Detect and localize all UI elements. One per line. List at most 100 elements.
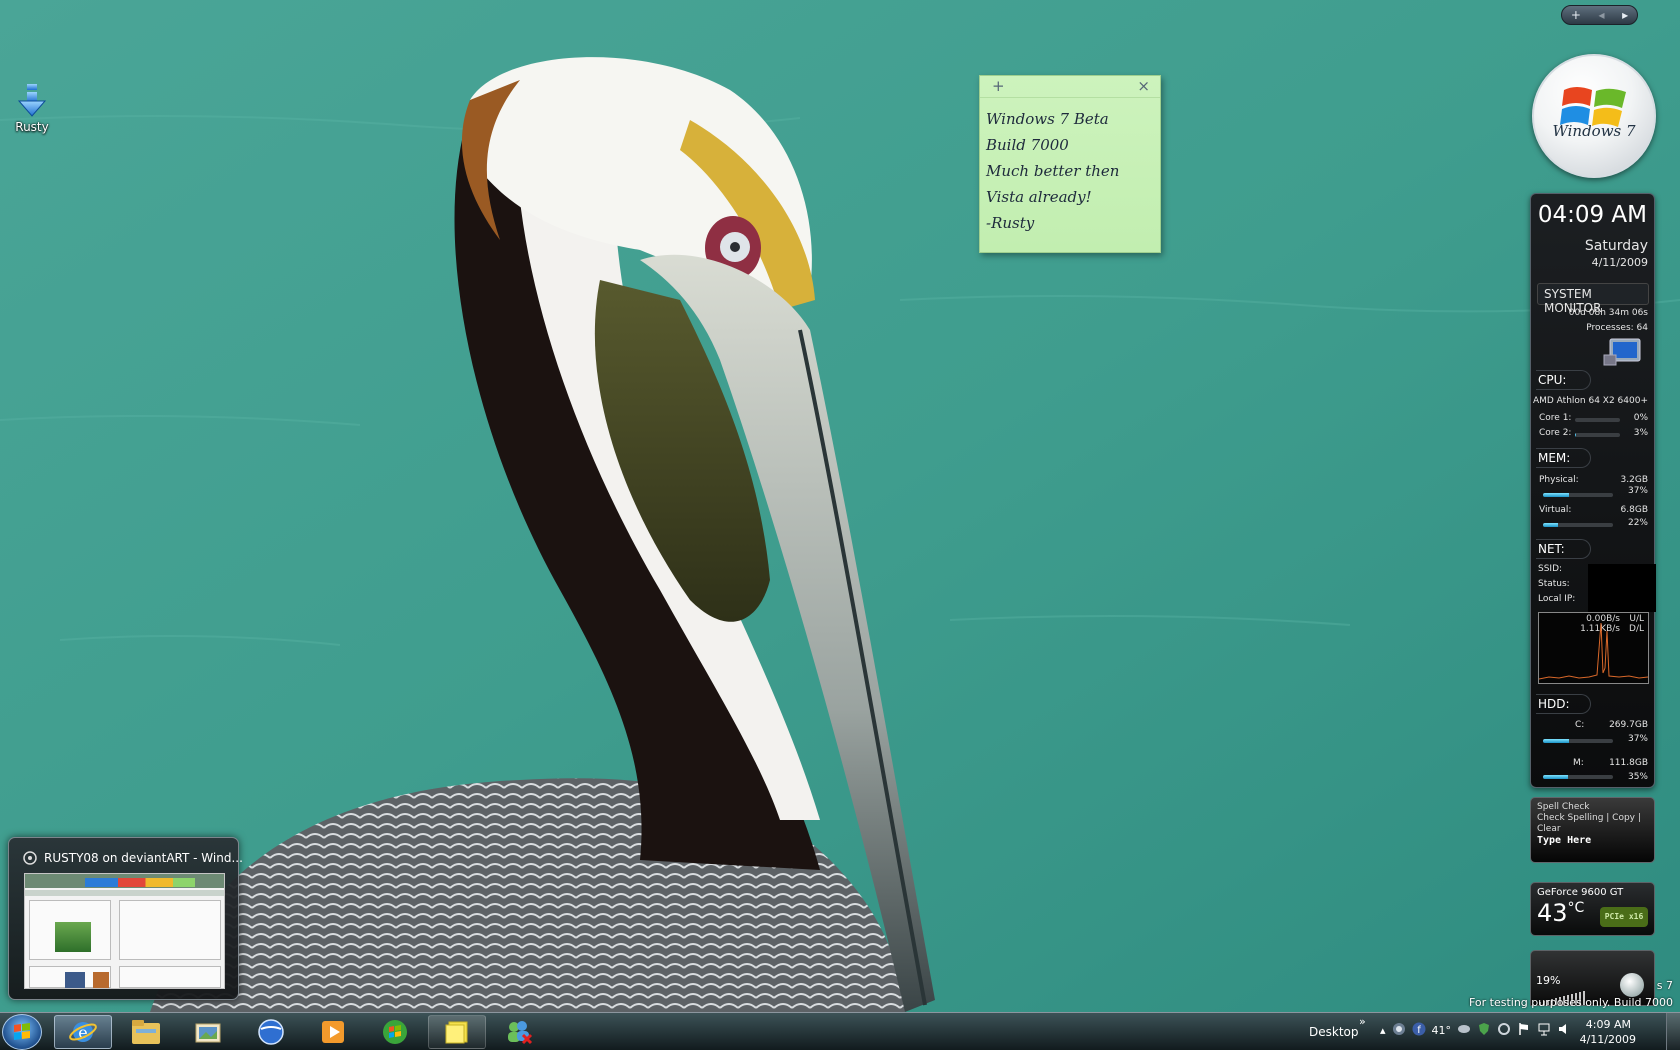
computer-monitor-icon (1603, 338, 1641, 366)
action-center-tray-icon[interactable] (1517, 1022, 1531, 1039)
notification-area: ▴ f 41° (1380, 1022, 1571, 1039)
volume-tray-icon[interactable] (1557, 1022, 1571, 1039)
volume-knob[interactable] (1620, 973, 1644, 997)
spell-check-input[interactable]: Type Here (1537, 835, 1648, 846)
gpu-temperature-gadget[interactable]: GeForce 9600 GT 43°C PCIe x16 (1530, 882, 1655, 936)
drive-c-bar-fill (1543, 739, 1569, 743)
media-player-icon (322, 1021, 344, 1043)
taskbar-clock-date[interactable]: 4/11/2009 (1580, 1033, 1636, 1046)
clock-day: Saturday (1584, 238, 1648, 254)
deviantart-icon (23, 851, 37, 865)
facebook-icon: f (1412, 1022, 1426, 1036)
show-desktop-button[interactable] (1666, 1013, 1680, 1050)
taskbar: e Desktop » ▴ f 41° 4:09 AM 4/11/2009 (0, 1012, 1680, 1050)
taskbar-thumbnail-preview[interactable]: RUSTY08 on deviantART - Wind... (8, 837, 243, 1000)
mem-label: MEM: (1538, 451, 1571, 465)
sticky-note-line: Build 7000 (986, 136, 1069, 154)
globe-icon (258, 1019, 284, 1045)
taskbar-google-earth[interactable] (242, 1015, 300, 1049)
taskbar-windows-media-center[interactable] (366, 1015, 424, 1049)
windows-logo-icon (14, 1023, 30, 1040)
system-monitor-title: SYSTEM MONITOR (1537, 283, 1649, 315)
taskbar-network-app[interactable] (490, 1015, 548, 1049)
volume-percent: 19% (1536, 974, 1561, 987)
core2-bar (1575, 433, 1620, 437)
virtual-mem-label: Virtual: (1539, 505, 1572, 515)
core1-label: Core 1: (1539, 413, 1572, 423)
show-hidden-icons-button[interactable]: ▴ (1380, 1024, 1386, 1037)
drive-c-bar (1543, 739, 1613, 743)
taskbar-internet-explorer[interactable]: e (54, 1015, 112, 1049)
desktop-toolbar-label[interactable]: Desktop (1309, 1025, 1359, 1039)
previous-gadget-page-button[interactable]: ◂ (1599, 8, 1605, 22)
network-tray-icon[interactable] (1537, 1022, 1551, 1039)
messenger-icon (508, 1021, 533, 1045)
drive-m-size: 111.8GB (1609, 758, 1648, 768)
thumbnail-title-text: RUSTY08 on deviantART - Wind... (44, 851, 243, 865)
refresh-icon (1498, 1023, 1511, 1035)
spell-check-gadget[interactable]: Spell Check Check Spelling | Copy | Clea… (1530, 797, 1655, 863)
next-gadget-page-button[interactable]: ▸ (1622, 8, 1628, 22)
sticky-note-line: Much better then (986, 162, 1120, 180)
taskbar-media-player[interactable] (304, 1015, 362, 1049)
sticky-note-line: -Rusty (986, 214, 1035, 232)
drive-m-bar-fill (1543, 775, 1568, 779)
desktop-icon-rusty[interactable]: Rusty (8, 82, 56, 134)
virtual-mem-bar-fill (1543, 523, 1559, 527)
gpu-temp-unit: °C (1567, 900, 1585, 916)
weather-temperature[interactable]: 41° (1432, 1024, 1452, 1037)
physical-mem-bar (1543, 493, 1613, 497)
sticky-note[interactable]: + × Windows 7 Beta Build 7000 Much bette… (979, 75, 1161, 253)
svg-text:f: f (1417, 1025, 1421, 1036)
clock-time: 04:09 AM (1537, 202, 1647, 228)
taskbar-windows-explorer[interactable] (117, 1015, 175, 1049)
core2-label: Core 2: (1539, 428, 1572, 438)
preview-gallery-thumb (93, 972, 109, 988)
gadget-icon (1392, 1023, 1405, 1035)
physical-mem-bar-fill (1543, 493, 1569, 497)
drive-m-pct: 35% (1627, 772, 1648, 782)
traffic-plot (1539, 622, 1648, 680)
disk-icon (1458, 1025, 1471, 1033)
clock-date: 4/11/2009 (1591, 256, 1648, 269)
photo-gallery-icon (195, 1023, 221, 1043)
local-ip-label: Local IP: (1538, 594, 1576, 604)
new-note-button[interactable]: + (992, 77, 1005, 95)
disk-tray-icon[interactable] (1457, 1022, 1471, 1039)
sticky-note-text[interactable]: Windows 7 Beta Build 7000 Much better th… (980, 98, 1160, 244)
gpu-temp-value: 43 (1537, 899, 1568, 927)
taskbar-sticky-notes[interactable] (428, 1015, 486, 1049)
redacted-network-info (1588, 564, 1656, 612)
preview-comments (119, 966, 221, 988)
close-note-button[interactable]: × (1137, 77, 1150, 95)
spell-check-title: Spell Check (1537, 802, 1590, 812)
network-icon (1538, 1023, 1550, 1036)
preview-banner (85, 878, 195, 887)
gpu-bus-badge: PCIe x16 (1600, 907, 1648, 927)
spell-check-actions[interactable]: Check Spelling | Copy | Clear (1537, 813, 1648, 835)
hdd-label: HDD: (1538, 697, 1570, 711)
sticky-note-line: Vista already! (986, 188, 1092, 206)
taskbar-clock-time[interactable]: 4:09 AM (1586, 1018, 1631, 1031)
physical-mem-size: 3.2GB (1620, 475, 1648, 485)
preview-nav (25, 890, 224, 896)
windows7-logo-gadget[interactable]: Windows 7 (1532, 54, 1656, 178)
gpu-name: GeForce 9600 GT (1537, 887, 1624, 898)
start-button[interactable] (2, 1014, 42, 1050)
uptime: 00d 08h 34m 06s (1568, 308, 1648, 318)
windows7-logo-text: Windows 7 (1552, 122, 1636, 140)
facebook-tray-icon[interactable]: f (1412, 1022, 1426, 1039)
update-tray-icon[interactable] (1497, 1022, 1511, 1039)
system-monitor-gadget[interactable]: 04:09 AM Saturday 4/11/2009 SYSTEM MONIT… (1530, 193, 1656, 788)
gadget-tray-icon[interactable] (1392, 1022, 1406, 1039)
drive-m-bar (1543, 775, 1613, 779)
internet-explorer-icon: e (69, 1022, 97, 1042)
status-label: Status: (1538, 579, 1570, 589)
taskbar-photo-viewer[interactable] (179, 1015, 237, 1049)
add-gadget-button[interactable]: + (1571, 8, 1581, 22)
toolbar-chevron-button[interactable]: » (1359, 1015, 1366, 1028)
security-tray-icon[interactable] (1477, 1022, 1491, 1039)
ssid-label: SSID: (1538, 564, 1563, 574)
drive-c-label: C: (1575, 720, 1585, 730)
core1-bar (1575, 418, 1620, 422)
